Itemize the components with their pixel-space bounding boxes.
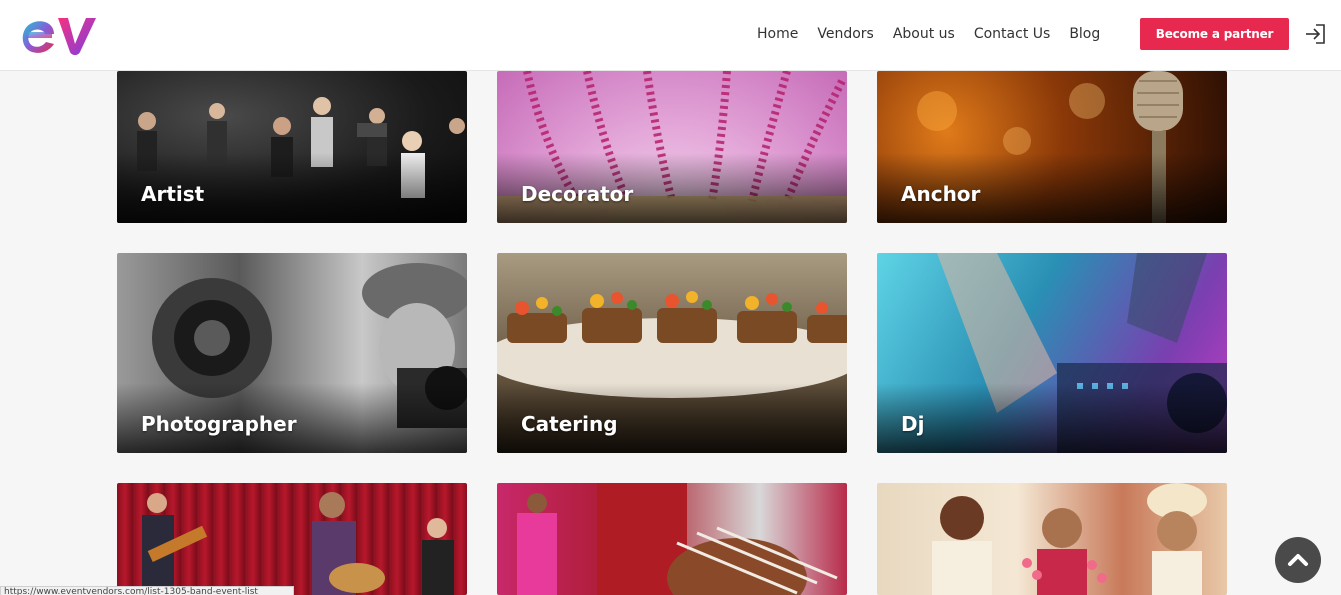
category-card-artist[interactable]: Artist — [117, 71, 467, 223]
scroll-to-top-button[interactable] — [1275, 537, 1321, 583]
category-card-dhol[interactable] — [497, 483, 847, 595]
nav-blog[interactable]: Blog — [1069, 24, 1100, 44]
brand-logo[interactable] — [16, 12, 100, 58]
category-card-catering[interactable]: Catering — [497, 253, 847, 453]
category-card-anchor[interactable]: Anchor — [877, 71, 1227, 223]
category-label: Decorator — [521, 182, 634, 206]
become-partner-button[interactable]: Become a partner — [1140, 18, 1289, 50]
site-header: Home Vendors About us Contact Us Blog Be… — [0, 0, 1341, 71]
status-bar-url: https://www.eventvendors.com/list-1305-b… — [0, 586, 294, 595]
category-card-decorator[interactable]: Decorator — [497, 71, 847, 223]
nav-vendors[interactable]: Vendors — [817, 24, 873, 44]
category-card-photographer[interactable]: Photographer — [117, 253, 467, 453]
category-label: Anchor — [901, 182, 981, 206]
chevron-up-icon — [1288, 554, 1308, 566]
category-label: Artist — [141, 182, 205, 206]
category-label: Dj — [901, 412, 925, 436]
category-card-live-band[interactable] — [117, 483, 467, 595]
category-label: Catering — [521, 412, 618, 436]
login-icon[interactable] — [1303, 22, 1327, 46]
nav-contact-us[interactable]: Contact Us — [974, 24, 1050, 44]
card-overlay — [877, 383, 1227, 453]
nav-home[interactable]: Home — [757, 24, 798, 44]
nav-about-us[interactable]: About us — [893, 24, 955, 44]
category-card-wedding[interactable] — [877, 483, 1227, 595]
category-label: Photographer — [141, 412, 297, 436]
category-card-dj[interactable]: Dj — [877, 253, 1227, 453]
main-nav: Home Vendors About us Contact Us Blog — [757, 24, 1119, 44]
